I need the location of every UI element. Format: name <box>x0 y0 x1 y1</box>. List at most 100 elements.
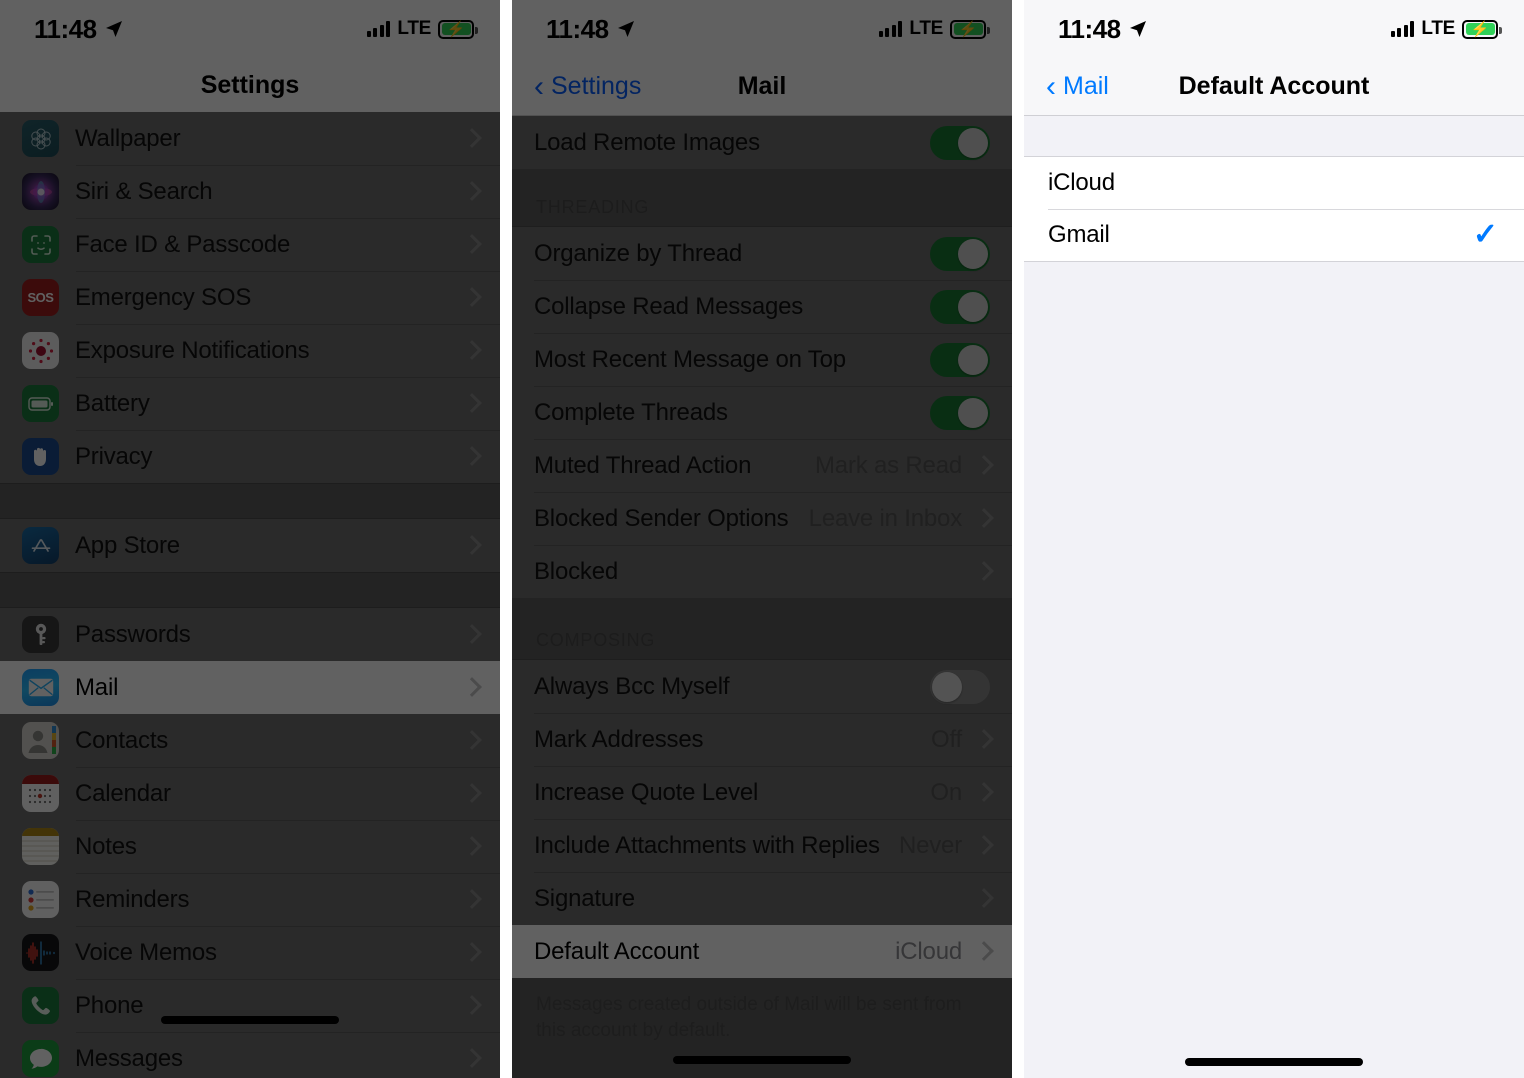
back-button-settings[interactable]: ‹ Settings <box>534 69 642 103</box>
account-options-group: iCloud Gmail ✓ <box>1024 156 1524 262</box>
default-account-navbar: ‹ Mail Default Account <box>1024 58 1524 116</box>
row-value: Mark as Read <box>815 451 962 479</box>
load-remote-images-toggle[interactable] <box>930 125 990 160</box>
row-always-bcc-myself[interactable]: Always Bcc Myself <box>512 660 1012 713</box>
back-button-label: Settings <box>551 72 642 100</box>
page-title: Settings <box>200 70 300 99</box>
three-phone-screenshots: 11:48 LTE ⚡ Settings Wallpaper Siri & Se… <box>0 0 1524 1078</box>
app-store-icon <box>22 527 59 564</box>
row-include-attachments-with-replies[interactable]: Include Attachments with Replies Never <box>512 819 1012 872</box>
row-label: Blocked Sender Options <box>534 504 789 532</box>
row-default-account[interactable]: Default Account iCloud <box>512 925 1012 978</box>
battery-charging-icon: ⚡ <box>438 19 478 39</box>
sidebar-item-siri-search[interactable]: Siri & Search <box>0 165 500 218</box>
sidebar-item-calendar[interactable]: Calendar <box>0 767 500 820</box>
chevron-right-icon <box>464 623 478 647</box>
row-blocked-sender-options[interactable]: Blocked Sender Options Leave in Inbox <box>512 492 1012 545</box>
wallpaper-icon <box>22 120 59 157</box>
chevron-right-icon <box>464 782 478 806</box>
sidebar-item-label: Calendar <box>75 779 171 807</box>
row-blocked[interactable]: Blocked <box>512 545 1012 598</box>
chevron-right-icon <box>464 835 478 859</box>
back-button-label: Mail <box>1063 72 1109 100</box>
organize-by-thread-toggle[interactable] <box>930 236 990 271</box>
sidebar-item-label: Reminders <box>75 885 190 913</box>
row-muted-thread-action[interactable]: Muted Thread Action Mark as Read <box>512 439 1012 492</box>
sidebar-item-emergency-sos[interactable]: SOS Emergency SOS <box>0 271 500 324</box>
sidebar-item-voice-memos[interactable]: Voice Memos <box>0 926 500 979</box>
row-label: Blocked <box>534 557 618 585</box>
contacts-icon <box>22 722 59 759</box>
reminders-icon <box>22 881 59 918</box>
cellular-bars-icon <box>1390 21 1415 37</box>
network-type-label: LTE <box>909 18 943 39</box>
row-load-remote-images[interactable]: Load Remote Images <box>512 116 1012 169</box>
sidebar-item-privacy[interactable]: Privacy <box>0 430 500 483</box>
sidebar-item-notes[interactable]: Notes <box>0 820 500 873</box>
chevron-right-icon <box>976 560 990 584</box>
sidebar-item-battery[interactable]: Battery <box>0 377 500 430</box>
passwords-key-icon <box>22 616 59 653</box>
phone-screen-default-account: 11:48 LTE ⚡ ‹ Mail Default Account iClou… <box>1024 0 1524 1078</box>
back-button-mail[interactable]: ‹ Mail <box>1046 69 1109 103</box>
row-value: Off <box>931 725 962 753</box>
collapse-read-messages-toggle[interactable] <box>930 289 990 324</box>
checkmark-icon: ✓ <box>1472 218 1498 251</box>
sidebar-item-face-id-passcode[interactable]: Face ID & Passcode <box>0 218 500 271</box>
location-arrow-icon <box>104 19 124 39</box>
chevron-right-icon <box>464 127 478 151</box>
sidebar-item-label: App Store <box>75 531 180 559</box>
sidebar-item-contacts[interactable]: Contacts <box>0 714 500 767</box>
settings-list: Wallpaper Siri & Search Face ID & Passco… <box>0 112 500 1078</box>
chevron-right-icon <box>464 941 478 965</box>
sidebar-item-label: Wallpaper <box>75 124 181 152</box>
network-type-label: LTE <box>397 18 431 39</box>
account-option-icloud[interactable]: iCloud <box>1024 157 1524 209</box>
most-recent-message-on-top-toggle[interactable] <box>930 342 990 377</box>
sidebar-item-mail[interactable]: Mail <box>0 661 500 714</box>
sidebar-item-app-store[interactable]: App Store <box>0 519 500 572</box>
row-mark-addresses[interactable]: Mark Addresses Off <box>512 713 1012 766</box>
sidebar-item-label: Messages <box>75 1044 183 1072</box>
row-complete-threads[interactable]: Complete Threads <box>512 386 1012 439</box>
sidebar-item-wallpaper[interactable]: Wallpaper <box>0 112 500 165</box>
row-signature[interactable]: Signature <box>512 872 1012 925</box>
chevron-right-icon <box>976 834 990 858</box>
row-value: Never <box>898 831 962 859</box>
chevron-right-icon <box>976 507 990 531</box>
notes-icon <box>22 828 59 865</box>
sidebar-item-phone[interactable]: Phone <box>0 979 500 1032</box>
calendar-icon <box>22 775 59 812</box>
row-label: Increase Quote Level <box>534 778 759 806</box>
phone-icon <box>22 987 59 1024</box>
row-label: Include Attachments with Replies <box>534 831 880 859</box>
sidebar-item-label: Siri & Search <box>75 177 213 205</box>
status-bar-left: 11:48 <box>1058 14 1148 45</box>
voice-memos-icon <box>22 934 59 971</box>
status-bar: 11:48 LTE ⚡ <box>512 0 1012 58</box>
chevron-left-icon: ‹ <box>534 69 544 103</box>
row-collapse-read-messages[interactable]: Collapse Read Messages <box>512 280 1012 333</box>
phone-screen-settings: 11:48 LTE ⚡ Settings Wallpaper Siri & Se… <box>0 0 500 1078</box>
mail-settings-list: Load Remote Images THREADING Organize by… <box>512 116 1012 1078</box>
complete-threads-toggle[interactable] <box>930 395 990 430</box>
account-option-gmail[interactable]: Gmail ✓ <box>1024 209 1524 261</box>
chevron-right-icon <box>464 888 478 912</box>
sidebar-item-passwords[interactable]: Passwords <box>0 608 500 661</box>
sidebar-item-exposure-notifications[interactable]: Exposure Notifications <box>0 324 500 377</box>
sidebar-item-messages[interactable]: Messages <box>0 1032 500 1078</box>
siri-icon <box>22 173 59 210</box>
always-bcc-myself-toggle[interactable] <box>930 669 990 704</box>
section-header-threading: THREADING <box>512 169 1012 227</box>
chevron-right-icon <box>976 728 990 752</box>
row-organize-by-thread[interactable]: Organize by Thread <box>512 227 1012 280</box>
row-most-recent-message-on-top[interactable]: Most Recent Message on Top <box>512 333 1012 386</box>
sidebar-item-reminders[interactable]: Reminders <box>0 873 500 926</box>
chevron-right-icon <box>464 676 478 700</box>
status-bar-right: LTE ⚡ <box>1390 18 1502 40</box>
chevron-right-icon <box>464 180 478 204</box>
chevron-right-icon <box>464 445 478 469</box>
row-increase-quote-level[interactable]: Increase Quote Level On <box>512 766 1012 819</box>
chevron-left-icon: ‹ <box>1046 69 1056 103</box>
chevron-right-icon <box>464 233 478 257</box>
